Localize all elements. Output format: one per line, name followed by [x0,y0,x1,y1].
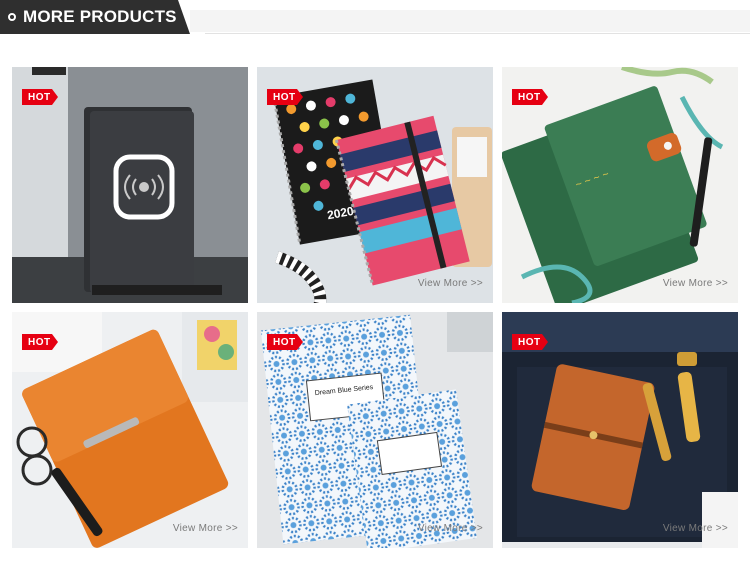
section-title: MORE PRODUCTS [23,7,177,26]
header-divider [205,33,750,34]
hot-badge: HOT [512,89,548,105]
hot-badge: HOT [267,89,303,105]
product-card-2[interactable]: 2020 HOT View More >> [257,67,493,303]
view-more-link[interactable]: View More >> [418,523,483,534]
product-card-6[interactable]: HOT View More >> [502,312,738,548]
product-card-3[interactable]: ~ ~ ~ ~ HOT View More >> [502,67,738,303]
product-card-1[interactable]: HOT [12,67,248,303]
header-bar [190,10,750,32]
view-more-link[interactable]: View More >> [663,523,728,534]
hot-badge: HOT [267,334,303,350]
hot-badge: HOT [22,89,58,105]
view-more-link[interactable]: View More >> [173,523,238,534]
view-more-link[interactable]: View More >> [663,278,728,289]
circle-icon [8,13,16,21]
section-header: MORE PRODUCTS [0,0,750,36]
view-more-link[interactable]: View More >> [418,278,483,289]
product-card-5[interactable]: Dream Blue Series HOT View More >> [257,312,493,548]
hot-badge: HOT [22,334,58,350]
product-card-4[interactable]: HOT View More >> [12,312,248,548]
hot-badge: HOT [512,334,548,350]
section-title-tab: MORE PRODUCTS [0,0,190,34]
